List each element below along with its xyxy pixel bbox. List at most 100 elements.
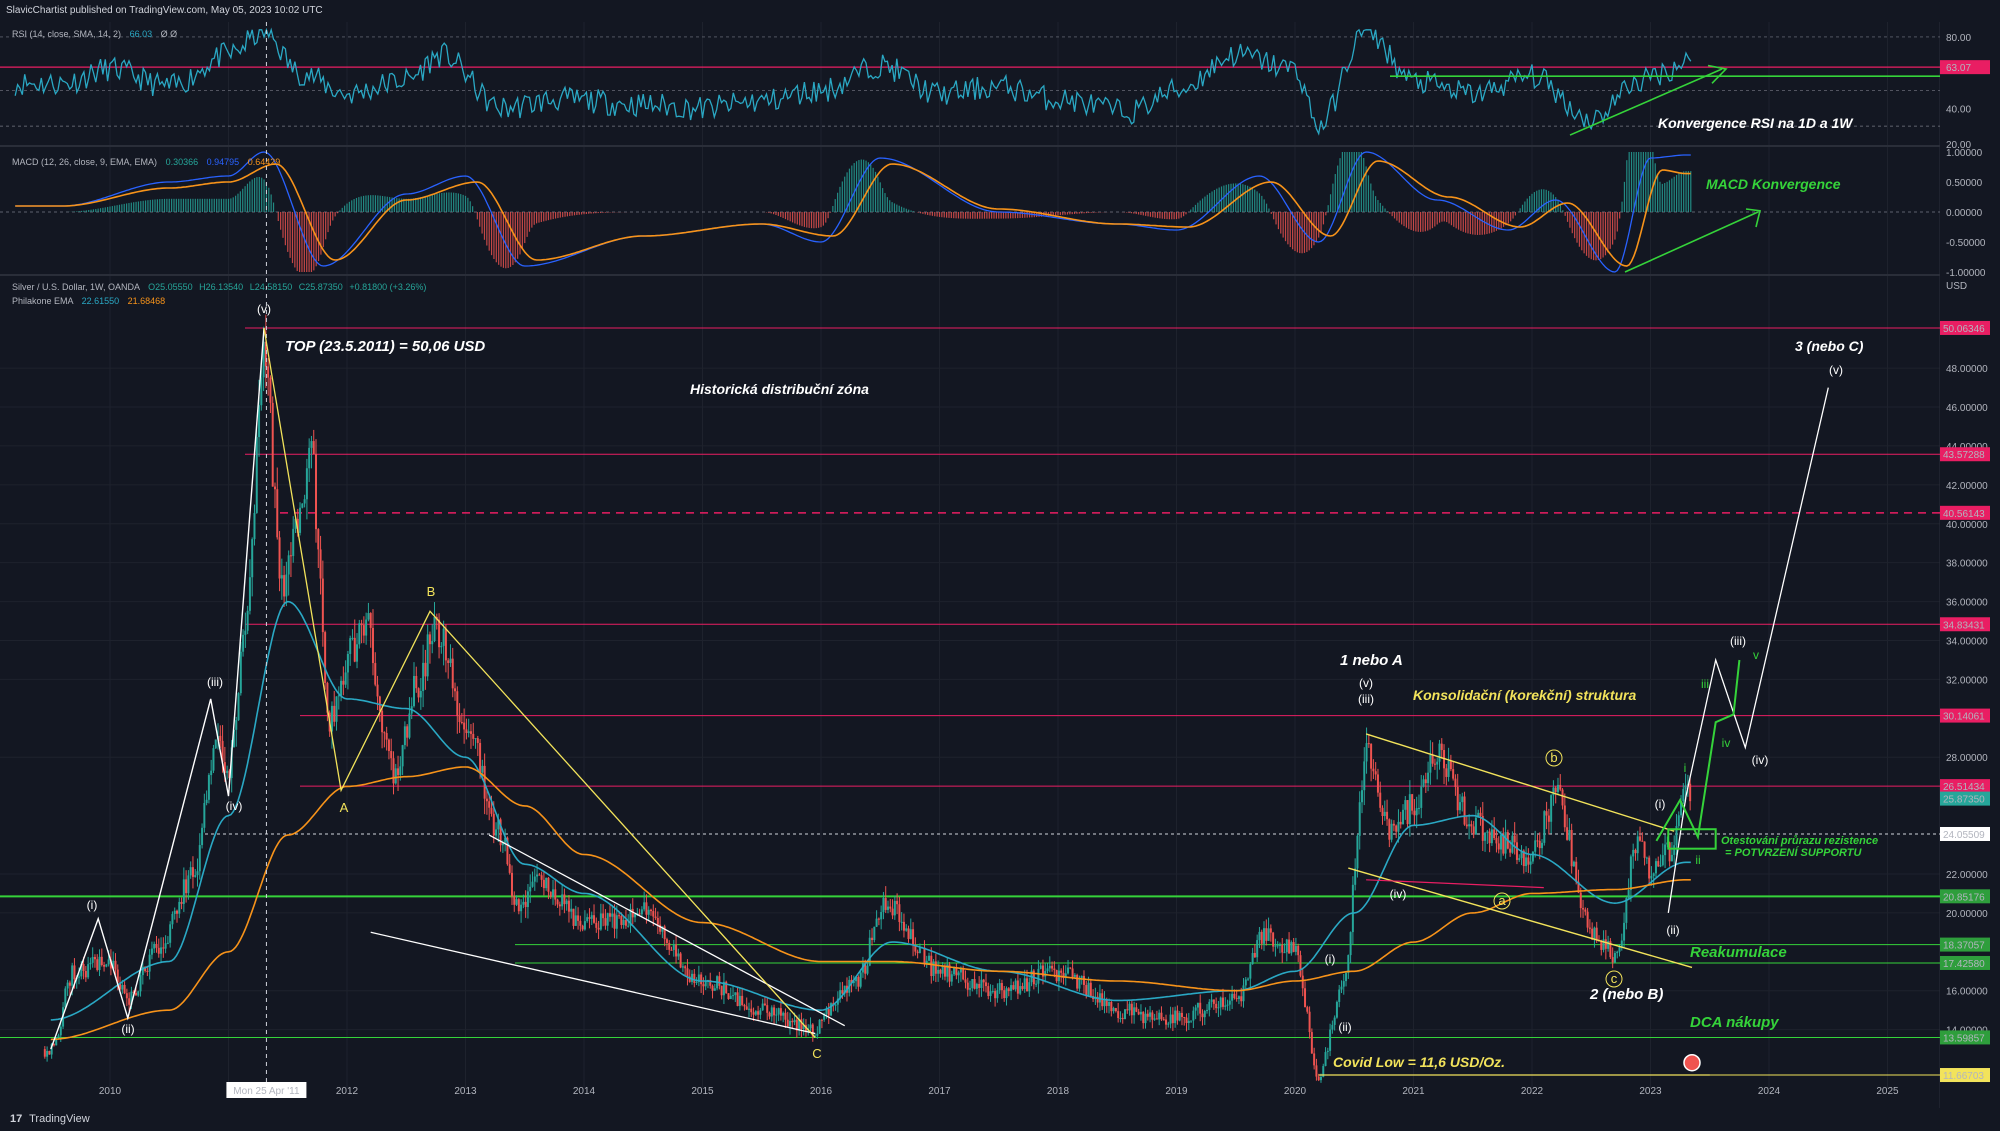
candle-body [579,920,582,926]
candle-body [775,1014,778,1016]
price-tick-20.00000: 20.00000 [1946,909,1988,920]
candle-body [1534,840,1537,852]
candle-body [763,1003,766,1006]
candle-body [670,949,673,951]
ema-legend[interactable]: Philakone EMA 22.61550 21.68468 [12,296,165,306]
candle-body [975,983,978,989]
candle-body [1023,978,1026,990]
candle-body [1196,1002,1199,1008]
chart-canvas[interactable]: TOP (23.5.2011) = 50,06 USD Historická di… [0,0,2000,1108]
x-tick-2023: 2023 [1639,1086,1662,1097]
candle-body [691,973,694,982]
candle-body [1274,945,1277,947]
price-tick-34.00000: 34.00000 [1946,636,1988,647]
candle-body [1595,927,1598,941]
candle-body [399,766,402,776]
wave-label-17: (i) [1655,797,1666,811]
candle-body [305,468,308,500]
candle-body [1299,955,1302,976]
candle-body [1304,988,1307,1008]
candle-body [1568,829,1571,840]
candle-body [604,918,607,926]
rsi-legend[interactable]: RSI (14, close, SMA, 14, 2) 66.03 Ø Ø [12,29,177,39]
candle-body [1463,796,1466,825]
macd-legend[interactable]: MACD (12, 26, close, 9, EMA, EMA) 0.3036… [12,157,280,167]
candle-body [928,955,931,961]
candle-body [916,951,919,954]
candle-body [1383,811,1386,817]
candle-body [1472,826,1475,835]
candle-body [1185,1017,1188,1024]
x-tick-2024: 2024 [1758,1086,1781,1097]
candle-body [1360,790,1363,803]
rsi-convergence-label: Konvergence RSI na 1D a 1W [1658,115,1854,131]
candle-body [675,944,678,957]
candle-body [634,913,637,918]
candle-body [287,555,290,575]
candle-body [1465,824,1468,827]
wave-label-19: (iii) [1730,634,1746,648]
candle-body [205,799,208,804]
rsi-tick-40.00: 40.00 [1946,104,1971,115]
alert-marker-icon[interactable] [1683,1053,1701,1072]
candle-body [1486,831,1489,833]
candle-body [1673,845,1676,855]
wave-label-23: ii [1695,853,1700,867]
level-badge-text-13.59857: 13.59857 [1943,1033,1985,1044]
candle-body [469,731,472,734]
candle-body [1174,1010,1177,1024]
candle-body [581,925,584,930]
candle-body [1340,986,1343,990]
candle-body [333,705,336,722]
annotation-11: Covid Low = 11,6 USD/Oz. [1333,1054,1505,1070]
candle-body [376,684,379,697]
x-tick-2010: 2010 [99,1086,122,1097]
candle-body [1169,1014,1172,1024]
price-tick-40.00000: 40.00000 [1946,520,1988,531]
candle-body [1648,857,1651,879]
candle-body [1570,829,1573,867]
candle-body [93,956,96,960]
candle-body [1206,1009,1209,1011]
macd-tick--0.50000: -0.50000 [1946,238,1986,249]
candle-body [738,995,741,1007]
candle-body [704,981,707,987]
candle-body [253,512,256,540]
candle-body [896,900,899,905]
x-tick-2025: 2025 [1876,1086,1899,1097]
candle-body [1233,993,1236,999]
wave-label-11: (iv) [1390,887,1407,901]
candle-body [251,539,254,578]
candle-body [1297,945,1300,956]
candle-body [271,402,274,487]
candle-body [791,1020,794,1023]
candle-body [638,913,641,915]
level-badge-text-50.06346: 50.06346 [1943,324,1985,335]
candle-body [1240,996,1243,1002]
candle-body [567,900,570,912]
candle-body [1381,807,1384,817]
candle-body [269,377,272,403]
candle-body [729,995,732,1000]
symbol-legend[interactable]: Silver / U.S. Dollar, 1W, OANDA O25.0555… [12,282,426,292]
candle-body [387,739,390,752]
candle-body [139,975,142,992]
candle-body [1251,953,1254,965]
candle-body [1263,928,1266,944]
candle-body [768,1012,771,1017]
candle-body [508,864,511,873]
candle-body [1388,819,1391,840]
candle-body [365,619,368,636]
candle-body [449,658,452,663]
candle-body [962,967,965,980]
candle-body [1602,939,1605,950]
candle-body [693,973,696,983]
candle-body [1128,1003,1131,1011]
wave-label-5: (ii) [121,1022,134,1036]
candle-body [472,733,475,739]
candle-body [237,693,240,721]
candle-body [394,768,397,784]
candle-body [153,943,156,949]
candle-body [1474,817,1477,835]
candle-body [458,716,461,722]
